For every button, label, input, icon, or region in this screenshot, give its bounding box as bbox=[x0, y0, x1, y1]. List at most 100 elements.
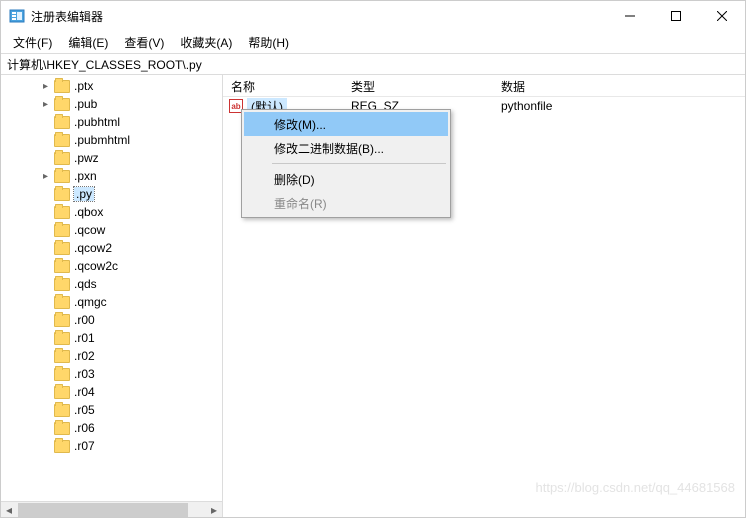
chevron-right-icon bbox=[39, 404, 52, 417]
tree-item-label: .qds bbox=[74, 277, 97, 291]
chevron-right-icon bbox=[39, 206, 52, 219]
folder-icon bbox=[54, 332, 70, 345]
tree-item-label: .ptx bbox=[74, 79, 93, 93]
tree-item-label: .pwz bbox=[74, 151, 99, 165]
tree-item[interactable]: .r04 bbox=[1, 383, 222, 401]
menu-bar: 文件(F) 编辑(E) 查看(V) 收藏夹(A) 帮助(H) bbox=[1, 31, 745, 53]
col-name[interactable]: 名称 bbox=[223, 75, 343, 96]
maximize-button[interactable] bbox=[653, 1, 699, 31]
chevron-right-icon[interactable]: ▸ bbox=[39, 80, 52, 93]
chevron-right-icon bbox=[39, 134, 52, 147]
chevron-right-icon bbox=[39, 314, 52, 327]
minimize-button[interactable] bbox=[607, 1, 653, 31]
folder-icon bbox=[54, 422, 70, 435]
scroll-left-icon[interactable]: ◂ bbox=[1, 503, 17, 517]
tree-item[interactable]: .qcow2c bbox=[1, 257, 222, 275]
chevron-right-icon bbox=[39, 386, 52, 399]
menu-edit[interactable]: 编辑(E) bbox=[62, 32, 114, 53]
tree-item-label: .r01 bbox=[74, 331, 95, 345]
tree-item-label: .r00 bbox=[74, 313, 95, 327]
tree-item[interactable]: ▸.pxn bbox=[1, 167, 222, 185]
close-button[interactable] bbox=[699, 1, 745, 31]
folder-icon bbox=[54, 224, 70, 237]
folder-icon bbox=[54, 314, 70, 327]
chevron-right-icon[interactable]: ▸ bbox=[39, 170, 52, 183]
tree-item[interactable]: .qcow2 bbox=[1, 239, 222, 257]
tree-item[interactable]: .r03 bbox=[1, 365, 222, 383]
folder-icon bbox=[54, 98, 70, 111]
chevron-right-icon bbox=[39, 152, 52, 165]
tree-item-label: .r06 bbox=[74, 421, 95, 435]
tree-item-label: .pubmhtml bbox=[74, 133, 130, 147]
folder-icon bbox=[54, 296, 70, 309]
tree-item[interactable]: ▸ .ptx bbox=[1, 77, 222, 95]
folder-icon bbox=[54, 188, 70, 201]
chevron-right-icon bbox=[39, 440, 52, 453]
ctx-modify-binary[interactable]: 修改二进制数据(B)... bbox=[244, 136, 448, 160]
tree-item-label: .r02 bbox=[74, 349, 95, 363]
address-bar[interactable]: 计算机\HKEY_CLASSES_ROOT\.py bbox=[1, 53, 745, 75]
scroll-thumb[interactable] bbox=[18, 503, 188, 517]
chevron-right-icon bbox=[39, 116, 52, 129]
tree-item[interactable]: .pwz bbox=[1, 149, 222, 167]
value-data: pythonfile bbox=[493, 99, 745, 113]
tree-item[interactable]: .r02 bbox=[1, 347, 222, 365]
tree-item-label: .r05 bbox=[74, 403, 95, 417]
scroll-right-icon[interactable]: ▸ bbox=[206, 503, 222, 517]
tree-item-label: .py bbox=[74, 187, 94, 201]
chevron-right-icon bbox=[39, 422, 52, 435]
tree-item[interactable]: .qcow bbox=[1, 221, 222, 239]
tree-item[interactable]: .r00 bbox=[1, 311, 222, 329]
folder-icon bbox=[54, 278, 70, 291]
menu-help[interactable]: 帮助(H) bbox=[242, 32, 295, 53]
folder-icon bbox=[54, 440, 70, 453]
list-header: 名称 类型 数据 bbox=[223, 75, 745, 97]
tree-item[interactable]: .r05 bbox=[1, 401, 222, 419]
chevron-right-icon bbox=[39, 260, 52, 273]
col-data[interactable]: 数据 bbox=[493, 75, 745, 96]
tree-item-label: .r04 bbox=[74, 385, 95, 399]
ctx-modify[interactable]: 修改(M)... bbox=[244, 112, 448, 136]
tree-item-label: .qcow bbox=[74, 223, 105, 237]
tree-item[interactable]: .qbox bbox=[1, 203, 222, 221]
menu-view[interactable]: 查看(V) bbox=[118, 32, 170, 53]
tree-item[interactable]: .qmgc bbox=[1, 293, 222, 311]
menu-favorites[interactable]: 收藏夹(A) bbox=[174, 32, 238, 53]
ctx-separator bbox=[272, 163, 446, 164]
folder-icon bbox=[54, 242, 70, 255]
tree-item-label: .qcow2 bbox=[74, 241, 112, 255]
tree-item[interactable]: .qds bbox=[1, 275, 222, 293]
menu-file[interactable]: 文件(F) bbox=[7, 32, 58, 53]
ctx-delete[interactable]: 删除(D) bbox=[244, 167, 448, 191]
chevron-right-icon bbox=[39, 188, 52, 201]
address-text: 计算机\HKEY_CLASSES_ROOT\.py bbox=[7, 56, 202, 73]
folder-icon bbox=[54, 386, 70, 399]
tree-item-label: .qbox bbox=[74, 205, 103, 219]
folder-icon bbox=[54, 350, 70, 363]
regedit-icon bbox=[9, 8, 25, 24]
tree-item[interactable]: .r06 bbox=[1, 419, 222, 437]
tree-item-label: .pubhtml bbox=[74, 115, 120, 129]
folder-icon bbox=[54, 170, 70, 183]
col-type[interactable]: 类型 bbox=[343, 75, 493, 96]
tree-item[interactable]: .pubmhtml bbox=[1, 131, 222, 149]
chevron-right-icon bbox=[39, 296, 52, 309]
chevron-right-icon bbox=[39, 350, 52, 363]
tree-item[interactable]: .r01 bbox=[1, 329, 222, 347]
tree-item[interactable]: ▸ .pub bbox=[1, 95, 222, 113]
chevron-right-icon bbox=[39, 224, 52, 237]
tree-item[interactable]: .pubhtml bbox=[1, 113, 222, 131]
folder-icon bbox=[54, 134, 70, 147]
chevron-right-icon bbox=[39, 278, 52, 291]
folder-icon bbox=[54, 404, 70, 417]
tree-item-label: .r03 bbox=[74, 367, 95, 381]
tree-item-label: .r07 bbox=[74, 439, 95, 453]
tree-scrollbar-horizontal[interactable]: ◂ ▸ bbox=[1, 501, 222, 517]
window-title: 注册表编辑器 bbox=[31, 8, 607, 25]
watermark: https://blog.csdn.net/qq_44681568 bbox=[536, 480, 736, 495]
tree-item-label: .pub bbox=[74, 97, 97, 111]
tree-item[interactable]: .py bbox=[1, 185, 222, 203]
tree-item[interactable]: .r07 bbox=[1, 437, 222, 455]
chevron-right-icon[interactable]: ▸ bbox=[39, 98, 52, 111]
folder-icon bbox=[54, 206, 70, 219]
